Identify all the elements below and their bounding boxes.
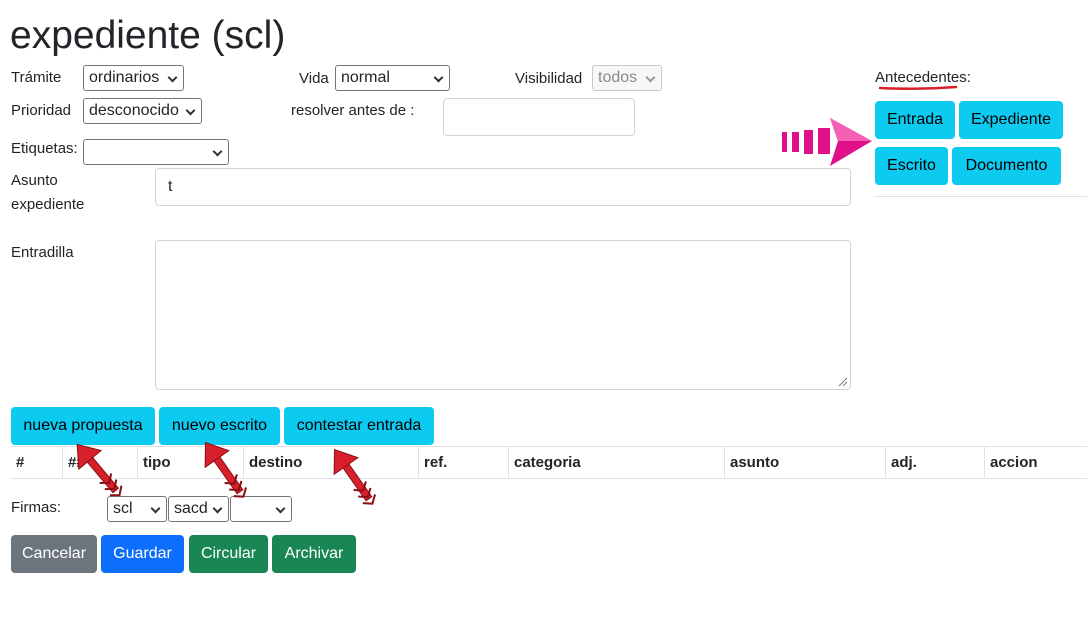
antecedente-entrada-button[interactable]: Entrada [875, 101, 955, 139]
circular-button[interactable]: Circular [189, 535, 268, 573]
visibilidad-select: todos [592, 65, 662, 91]
cancelar-button[interactable]: Cancelar [11, 535, 97, 573]
visibilidad-value: todos [598, 69, 638, 86]
firmas-label: Firmas: [11, 499, 61, 516]
vida-value: normal [341, 69, 390, 86]
resolver-label: resolver antes de : [291, 102, 415, 119]
archivar-button[interactable]: Archivar [272, 535, 356, 573]
antecedentes-divider [875, 196, 1087, 197]
guardar-button[interactable]: Guardar [101, 535, 184, 573]
vida-label: Vida [299, 70, 329, 87]
vida-select[interactable]: normal [335, 65, 450, 91]
tramite-value: ordinarios [89, 69, 160, 86]
chevron-down-icon [433, 72, 444, 83]
chevron-down-icon [275, 503, 286, 514]
asunto-input[interactable]: t [155, 168, 851, 206]
magenta-arrow-icon [782, 118, 872, 166]
table-header-num: # [16, 454, 25, 471]
chevron-down-icon [212, 146, 223, 157]
table-header-categoria: categoria [508, 447, 724, 479]
table-header-adj: adj. [885, 447, 984, 479]
page-title: expediente (scl) [10, 14, 286, 57]
tramite-select[interactable]: ordinarios [83, 65, 184, 91]
red-arrow-icon [76, 443, 123, 497]
table-bottom-border [11, 478, 1087, 479]
red-arrow-icon [204, 441, 248, 498]
asunto-label-line2: expediente [11, 196, 85, 213]
etiquetas-label: Etiquetas: [11, 140, 78, 157]
table-header-accion: accion [984, 447, 1087, 479]
tramite-label: Trámite [11, 69, 62, 86]
prioridad-label: Prioridad [11, 102, 72, 119]
antecedente-expediente-button[interactable]: Expediente [959, 101, 1063, 139]
antecedente-escrito-button[interactable]: Escrito [875, 147, 948, 185]
etiquetas-select[interactable] [83, 139, 229, 165]
prioridad-select[interactable]: desconocido [83, 98, 202, 124]
table-header-ref: ref. [418, 447, 508, 479]
chevron-down-icon [167, 72, 178, 83]
antecedente-documento-button[interactable]: Documento [952, 147, 1061, 185]
resolver-date-input[interactable] [443, 98, 635, 136]
contestar-entrada-button[interactable]: contestar entrada [284, 407, 434, 445]
chevron-down-icon [645, 72, 656, 83]
chevron-down-icon [185, 105, 196, 116]
red-arrow-icon [333, 448, 377, 505]
resize-handle-icon[interactable] [836, 375, 848, 387]
entradilla-label: Entradilla [11, 244, 74, 261]
table-header-asunto: asunto [724, 447, 885, 479]
underline-annotation [878, 85, 958, 91]
prioridad-value: desconocido [89, 102, 179, 119]
visibilidad-label: Visibilidad [515, 70, 583, 87]
entradilla-textarea[interactable] [155, 240, 851, 390]
asunto-label-line1: Asunto [11, 172, 58, 189]
chevron-down-icon [150, 503, 161, 514]
